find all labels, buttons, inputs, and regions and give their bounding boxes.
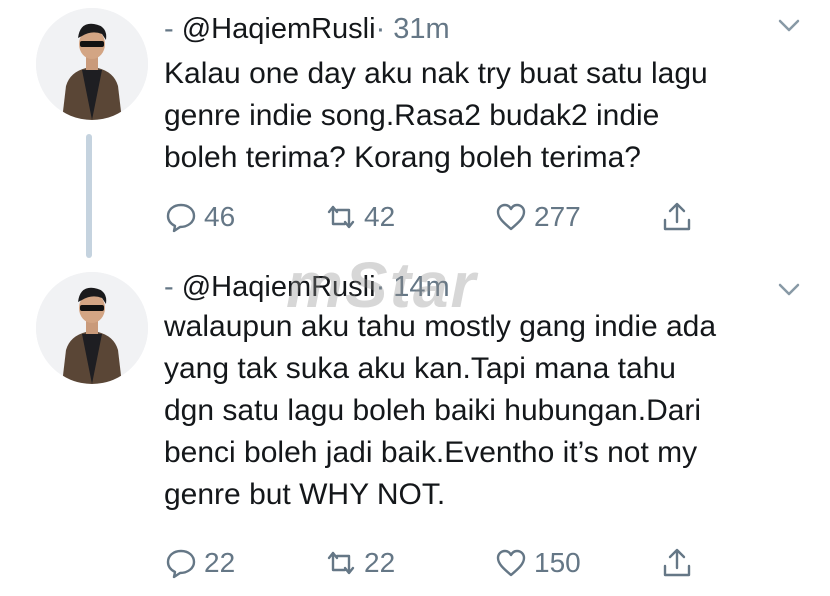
- watermark: mStar: [286, 249, 478, 321]
- retweet-button[interactable]: 42: [324, 197, 395, 237]
- retweet-icon: [327, 551, 355, 575]
- share-button[interactable]: [660, 197, 694, 237]
- like-count: 150: [534, 547, 581, 578]
- like-button[interactable]: 277: [494, 197, 581, 237]
- user-handle[interactable]: @HaqiemRusli: [182, 13, 376, 45]
- avatar-image: [36, 272, 148, 384]
- retweet-count: 22: [364, 547, 396, 578]
- tweet[interactable]: - @HaqiemRusli· 31m Kalau one day aku na…: [0, 0, 830, 262]
- heart-icon: [496, 549, 526, 577]
- separator: -: [164, 13, 174, 45]
- share-icon: [663, 202, 691, 231]
- avatar-image: [36, 8, 148, 120]
- chevron-down-icon[interactable]: [776, 276, 802, 302]
- tweet-text: walaupun aku tahu mostly gang indie ada …: [164, 310, 717, 511]
- tweet-text: Kalau one day aku nak try buat satu lagu…: [164, 57, 708, 174]
- reply-icon: [166, 549, 196, 579]
- timestamp[interactable]: 31m: [393, 13, 449, 45]
- reply-count: 22: [204, 547, 236, 578]
- reply-button[interactable]: 22: [164, 543, 235, 583]
- reply-icon: [166, 203, 196, 233]
- tweet-actions: 46 42 277: [164, 197, 764, 237]
- chevron-down-icon[interactable]: [776, 12, 802, 38]
- share-icon: [663, 548, 691, 577]
- time-separator: ·: [375, 13, 386, 45]
- reply-count: 46: [204, 201, 236, 232]
- thread-line: [86, 134, 92, 258]
- separator: -: [164, 271, 174, 303]
- avatar[interactable]: [36, 272, 148, 384]
- retweet-count: 42: [364, 201, 396, 232]
- reply-button[interactable]: 46: [164, 197, 235, 237]
- tweet-actions: 22 22 150: [164, 543, 764, 583]
- like-count: 277: [534, 201, 581, 232]
- tweet-header: - @HaqiemRusli· 31m: [164, 12, 450, 46]
- heart-icon: [496, 203, 526, 231]
- retweet-icon: [327, 205, 355, 229]
- share-button[interactable]: [660, 543, 694, 583]
- avatar[interactable]: [36, 8, 148, 120]
- retweet-button[interactable]: 22: [324, 543, 395, 583]
- like-button[interactable]: 150: [494, 543, 581, 583]
